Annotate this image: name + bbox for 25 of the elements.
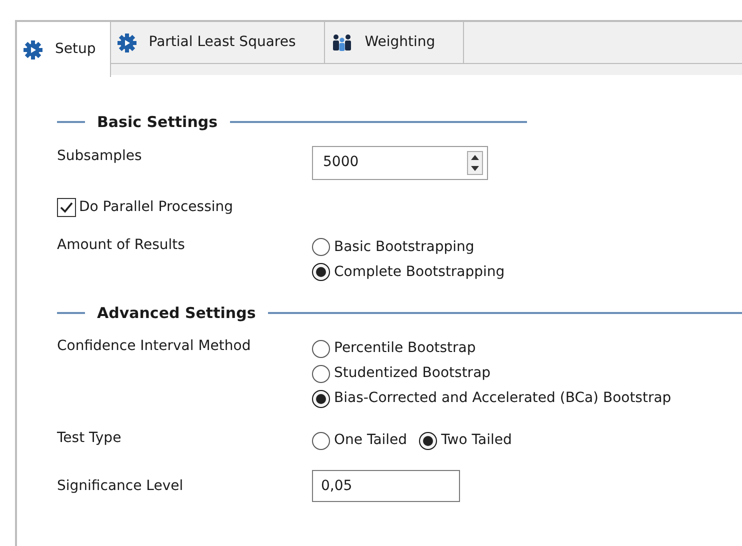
radio-option[interactable]: Two Tailed — [419, 428, 512, 453]
radio-option[interactable]: Basic Bootstrapping — [312, 234, 505, 260]
parallel-checkbox[interactable]: Do Parallel Processing — [57, 196, 742, 218]
field-label: Confidence Interval Method — [57, 337, 252, 356]
gear-icon — [23, 40, 43, 60]
radio-option[interactable]: Complete Bootstrapping — [312, 260, 505, 284]
field-label: Significance Level — [57, 476, 184, 496]
tab[interactable]: Setup — [15, 22, 111, 77]
radio-option[interactable]: One Tailed — [312, 428, 408, 453]
radio-option[interactable]: Bias-Corrected and Accelerated (BCa) Bootstrap — [312, 386, 672, 411]
radio-option[interactable]: Percentile Bootstrap — [312, 336, 672, 361]
radio-option[interactable]: Studentized Bootstrap — [312, 361, 672, 386]
check-icon — [60, 202, 73, 212]
section-heading: Advanced Settings — [97, 302, 256, 324]
number-spinner[interactable]: 5000 — [312, 146, 488, 180]
tab[interactable]: Partial Least Squares — [110, 22, 325, 64]
field-label: Test Type — [57, 429, 122, 448]
field-label: Subsamples — [57, 146, 143, 166]
gear-icon — [116, 32, 137, 52]
significance-field[interactable]: 0,05 — [312, 470, 460, 502]
section-heading: Basic Settings — [97, 112, 218, 133]
people-icon — [330, 32, 353, 52]
field-label: Amount of Results — [57, 236, 186, 254]
tab[interactable]: Weighting — [324, 22, 464, 64]
spin-arrows-icon[interactable] — [467, 150, 483, 174]
